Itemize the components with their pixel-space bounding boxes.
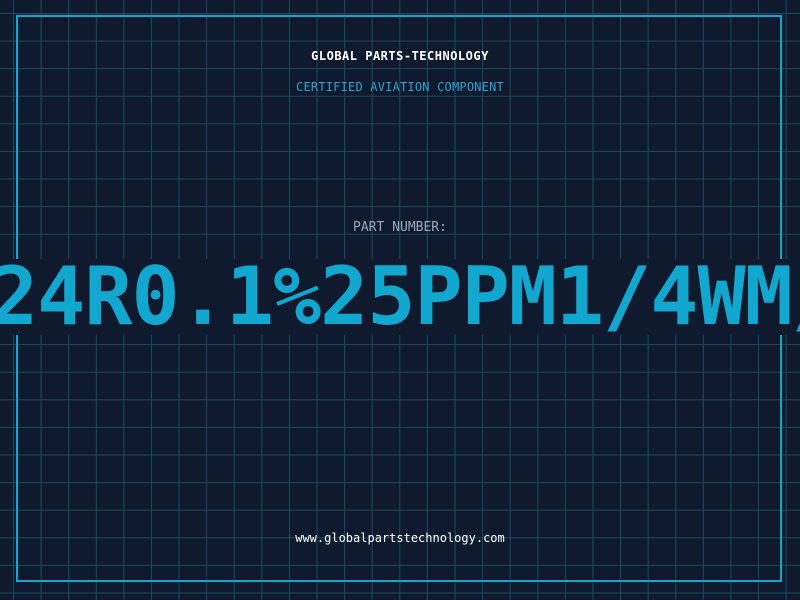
part-number-display: 24R0.1%25PPM1/4WM/ <box>0 259 800 335</box>
website-url: www.globalpartstechnology.com <box>295 531 505 545</box>
certificate-page: GLOBAL PARTS-TECHNOLOGY CERTIFIED AVIATI… <box>0 0 800 600</box>
part-number-label: PART NUMBER: <box>353 220 447 235</box>
company-name: GLOBAL PARTS-TECHNOLOGY <box>311 49 489 63</box>
certification-subtitle: CERTIFIED AVIATION COMPONENT <box>296 80 504 94</box>
part-number-value: 24R0.1%25PPM1/4WM/ <box>0 259 800 335</box>
part-number-band: 24R0.1%25PPM1/4WM/ <box>0 259 800 335</box>
